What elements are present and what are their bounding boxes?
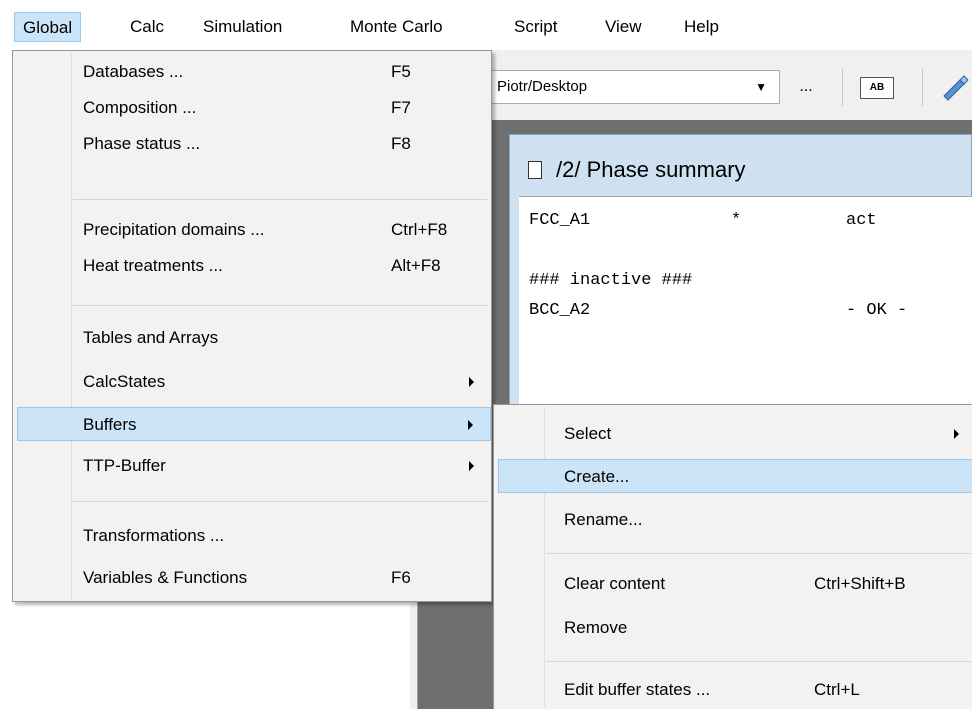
menu-item-shortcut: Alt+F8 [391, 256, 441, 275]
section-header: ### inactive ### [529, 271, 693, 290]
menu-help[interactable]: Help [676, 12, 727, 42]
menu-item-shortcut: F5 [391, 62, 411, 81]
menu-item-label: Precipitation domains ... [83, 220, 265, 239]
menu-separator [546, 553, 972, 554]
menu-calc[interactable]: Calc [122, 12, 172, 42]
menu-item-shortcut: F7 [391, 98, 411, 117]
dropdown-arrow-icon: ▼ [755, 80, 767, 94]
menu-item-label: Transformations ... [83, 526, 225, 545]
submenu-arrow-icon [468, 420, 473, 430]
menu-bar: Global Calc Simulation Monte Carlo Scrip… [0, 0, 972, 50]
menu-global[interactable]: Global [14, 12, 82, 42]
menu-item-label: Create... [564, 467, 630, 486]
toolbar-separator [842, 68, 843, 106]
menu-item-databases[interactable]: Databases ... F5 [15, 55, 489, 89]
menu-item-shortcut: Ctrl+Shift+B [814, 574, 906, 593]
menu-item-label: Buffers [83, 415, 137, 434]
menu-item-label: Composition ... [83, 98, 197, 117]
menu-item-label: Heat treatments ... [83, 256, 223, 275]
menu-item-variables-functions[interactable]: Variables & Functions F6 [15, 561, 489, 595]
menu-item-label: Rename... [564, 510, 643, 529]
phase-summary-title: /2/ Phase summary [528, 150, 746, 190]
menu-item-label: Databases ... [83, 62, 184, 81]
menu-simulation[interactable]: Simulation [195, 12, 290, 42]
path-value: Piotr/Desktop [497, 78, 588, 95]
menu-view[interactable]: View [597, 12, 650, 42]
menu-item-tables-arrays[interactable]: Tables and Arrays [15, 321, 489, 355]
menu-item-buffers[interactable]: Buffers [17, 407, 491, 441]
browse-button[interactable]: ... [786, 70, 826, 104]
menu-item-label: CalcStates [83, 372, 166, 391]
document-icon [528, 161, 542, 179]
path-dropdown[interactable]: Piotr/Desktop ▼ [490, 70, 780, 104]
submenu-arrow-icon [469, 377, 474, 387]
menu-item-label: Variables & Functions [83, 568, 248, 587]
text-field-icon[interactable]: AB [860, 77, 894, 99]
buffers-submenu: Select Create... Rename... Clear content… [493, 404, 972, 709]
menu-item-shortcut: F6 [391, 568, 411, 587]
menu-item-rename[interactable]: Rename... [496, 503, 972, 537]
menu-item-create[interactable]: Create... [498, 459, 972, 493]
menu-script[interactable]: Script [506, 12, 565, 42]
menu-item-heat-treatments[interactable]: Heat treatments ... Alt+F8 [15, 249, 489, 283]
global-menu: Databases ... F5 Composition ... F7 Phas… [12, 50, 492, 602]
menu-item-select[interactable]: Select [496, 417, 972, 451]
menu-item-label: Tables and Arrays [83, 328, 219, 347]
menu-monte-carlo[interactable]: Monte Carlo [342, 12, 451, 42]
phase-status: act [846, 211, 877, 230]
menu-item-shortcut: Ctrl+L [814, 680, 860, 699]
menu-item-label: TTP-Buffer [83, 456, 166, 475]
menu-item-label: Select [564, 424, 612, 443]
menu-item-edit-buffer-states[interactable]: Edit buffer states ... Ctrl+L [496, 673, 972, 707]
menu-separator [73, 199, 487, 200]
menu-item-shortcut: Ctrl+F8 [391, 220, 448, 239]
menu-separator [546, 661, 972, 662]
menu-item-label: Remove [564, 618, 628, 637]
menu-item-precipitation-domains[interactable]: Precipitation domains ... Ctrl+F8 [15, 213, 489, 247]
toolbar-separator [922, 68, 923, 106]
menu-separator [73, 501, 487, 502]
phase-name: BCC_A2 [529, 301, 591, 320]
phase-status: - OK - [846, 301, 908, 320]
edit-arrow-icon[interactable] [938, 72, 972, 102]
submenu-arrow-icon [469, 461, 474, 471]
menu-item-remove[interactable]: Remove [496, 611, 972, 645]
menu-item-label: Clear content [564, 574, 666, 593]
menu-item-label: Phase status ... [83, 134, 201, 153]
menu-item-phase-status[interactable]: Phase status ... F8 [15, 127, 489, 161]
menu-item-clear-content[interactable]: Clear content Ctrl+Shift+B [496, 567, 972, 601]
submenu-arrow-icon [954, 429, 959, 439]
menu-item-transformations[interactable]: Transformations ... [15, 519, 489, 553]
menu-separator [73, 305, 487, 306]
menu-gutter [544, 407, 545, 707]
menu-item-shortcut: F8 [391, 134, 411, 153]
menu-item-calcstates[interactable]: CalcStates [15, 365, 489, 399]
menu-item-ttp-buffer[interactable]: TTP-Buffer [15, 449, 489, 483]
phase-marker: * [731, 211, 742, 230]
window-title-text: /2/ Phase summary [556, 157, 746, 182]
menu-item-composition[interactable]: Composition ... F7 [15, 91, 489, 125]
menu-item-label: Edit buffer states ... [564, 680, 711, 699]
phase-name: FCC_A1 [529, 211, 591, 230]
